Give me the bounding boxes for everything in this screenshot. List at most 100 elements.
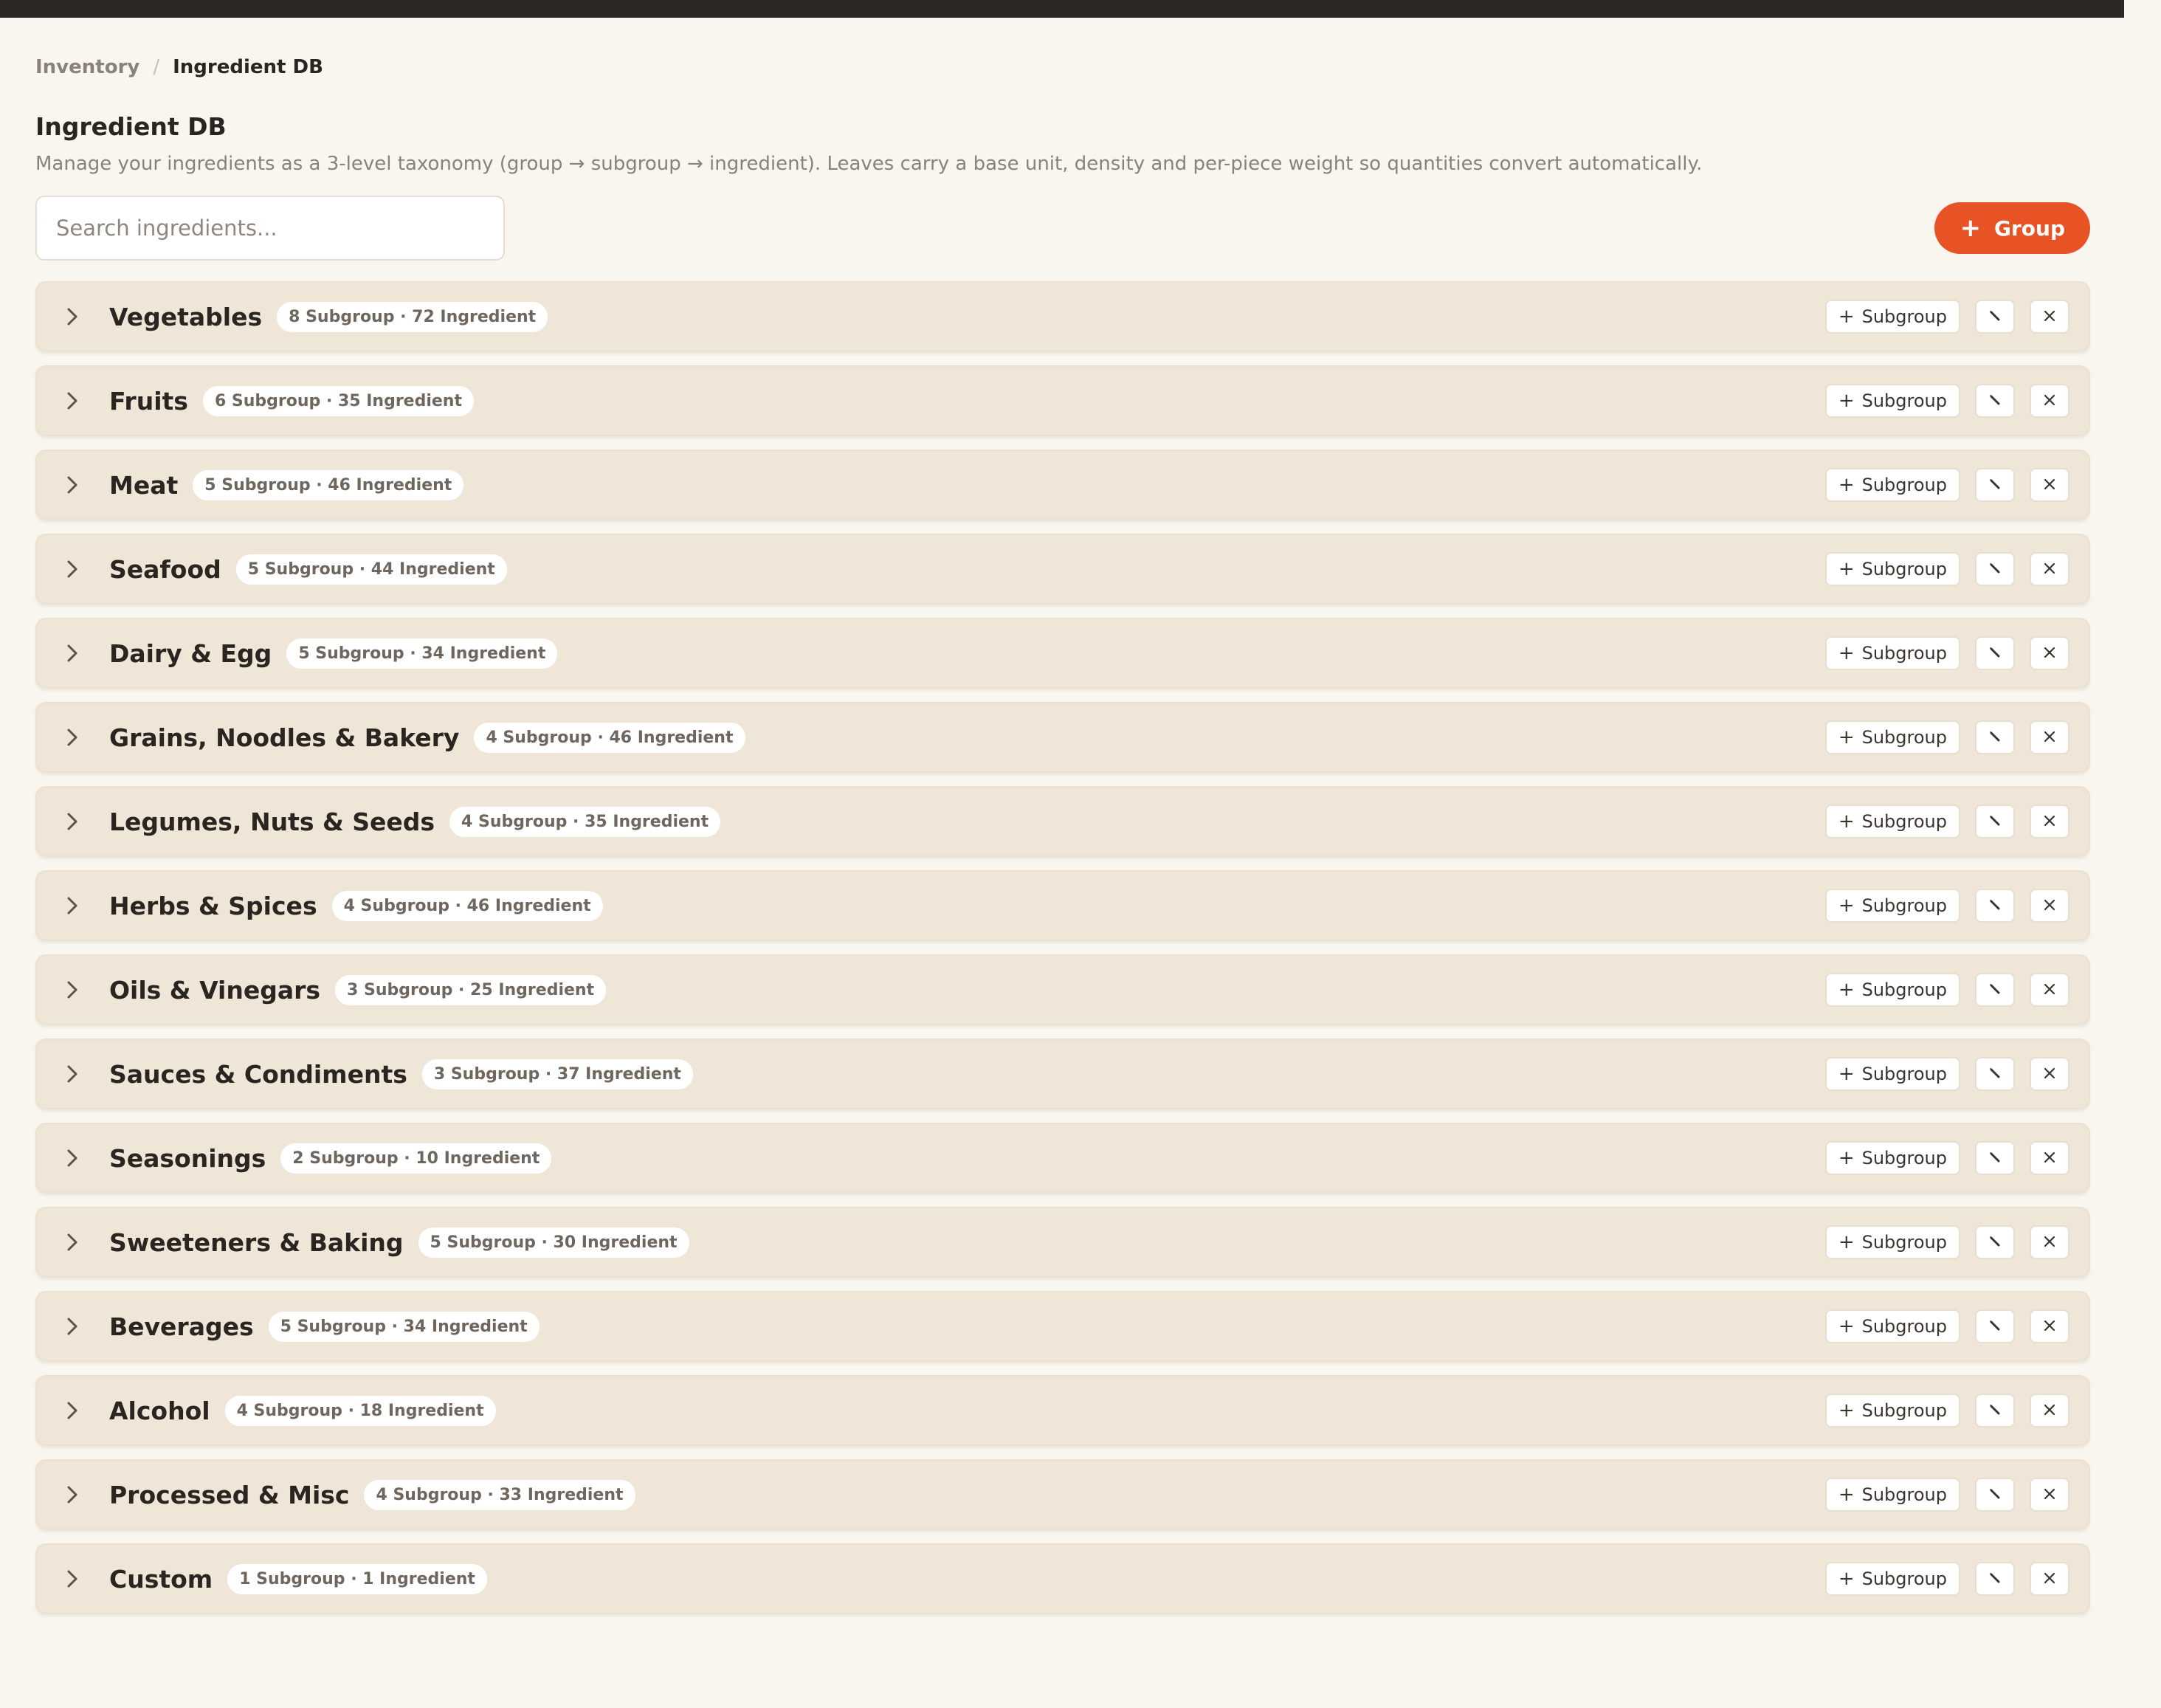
delete-group-button[interactable] <box>2030 1141 2069 1175</box>
add-subgroup-button[interactable]: + Subgroup <box>1824 636 1960 670</box>
chevron-right-icon[interactable] <box>59 1313 86 1340</box>
group-row-3[interactable]: Seafood 5 Subgroup · 44 Ingredient + Sub… <box>35 534 2090 605</box>
chevron-right-icon[interactable] <box>59 1061 86 1087</box>
add-subgroup-button[interactable]: + Subgroup <box>1824 889 1960 923</box>
delete-group-button[interactable] <box>2030 1562 2069 1596</box>
chevron-right-icon[interactable] <box>59 1229 86 1256</box>
add-subgroup-button[interactable]: + Subgroup <box>1824 384 1960 418</box>
delete-group-button[interactable] <box>2030 1057 2069 1091</box>
delete-group-button[interactable] <box>2030 720 2069 754</box>
group-row-2[interactable]: Meat 5 Subgroup · 46 Ingredient + Subgro… <box>35 450 2090 520</box>
add-subgroup-button[interactable]: + Subgroup <box>1824 468 1960 502</box>
edit-group-button[interactable] <box>1975 805 2015 838</box>
delete-group-button[interactable] <box>2030 1225 2069 1259</box>
group-row-11[interactable]: Sweeteners & Baking 5 Subgroup · 30 Ingr… <box>35 1207 2090 1278</box>
group-row-8[interactable]: Oils & Vinegars 3 Subgroup · 25 Ingredie… <box>35 954 2090 1025</box>
add-subgroup-button[interactable]: + Subgroup <box>1824 1225 1960 1259</box>
delete-group-button[interactable] <box>2030 1394 2069 1428</box>
group-row-12[interactable]: Beverages 5 Subgroup · 34 Ingredient + S… <box>35 1291 2090 1362</box>
delete-group-button[interactable] <box>2030 468 2069 502</box>
chevron-right-icon[interactable] <box>59 1566 86 1592</box>
plus-icon: + <box>1838 390 1855 412</box>
chevron-right-icon[interactable] <box>59 303 86 330</box>
add-group-label: Group <box>1993 216 2065 241</box>
delete-group-button[interactable] <box>2030 1478 2069 1512</box>
top-bar <box>0 0 2124 18</box>
add-subgroup-button[interactable]: + Subgroup <box>1824 805 1960 838</box>
chevron-right-icon[interactable] <box>59 640 86 667</box>
group-name: Legumes, Nuts & Seeds <box>109 807 435 836</box>
delete-group-button[interactable] <box>2030 805 2069 838</box>
delete-group-button[interactable] <box>2030 552 2069 586</box>
edit-group-button[interactable] <box>1975 720 2015 754</box>
edit-group-button[interactable] <box>1975 1309 2015 1343</box>
group-row-1[interactable]: Fruits 6 Subgroup · 35 Ingredient + Subg… <box>35 365 2090 436</box>
add-subgroup-label: Subgroup <box>1861 559 1947 579</box>
delete-group-button[interactable] <box>2030 1309 2069 1343</box>
add-subgroup-label: Subgroup <box>1861 390 1947 411</box>
edit-group-button[interactable] <box>1975 1562 2015 1596</box>
group-row-15[interactable]: Custom 1 Subgroup · 1 Ingredient + Subgr… <box>35 1543 2090 1614</box>
edit-group-button[interactable] <box>1975 636 2015 670</box>
add-subgroup-button[interactable]: + Subgroup <box>1824 1057 1960 1091</box>
chevron-right-icon[interactable] <box>59 556 86 582</box>
page-subtitle: Manage your ingredients as a 3-level tax… <box>35 153 1703 175</box>
add-group-button[interactable]: + Group <box>1934 202 2090 254</box>
edit-group-button[interactable] <box>1975 468 2015 502</box>
delete-group-button[interactable] <box>2030 636 2069 670</box>
delete-group-button[interactable] <box>2030 300 2069 334</box>
edit-group-button[interactable] <box>1975 1141 2015 1175</box>
delete-group-button[interactable] <box>2030 384 2069 418</box>
chevron-right-icon[interactable] <box>59 1397 86 1424</box>
pencil-icon <box>1987 1318 2003 1336</box>
edit-group-button[interactable] <box>1975 552 2015 586</box>
delete-group-button[interactable] <box>2030 889 2069 923</box>
add-subgroup-label: Subgroup <box>1861 811 1947 832</box>
chevron-right-icon[interactable] <box>59 724 86 751</box>
breadcrumb-inventory-link[interactable]: Inventory <box>35 56 139 78</box>
chevron-right-icon[interactable] <box>59 977 86 1003</box>
chevron-right-icon[interactable] <box>59 1145 86 1171</box>
pencil-icon <box>1987 813 2003 831</box>
group-row-7[interactable]: Herbs & Spices 4 Subgroup · 46 Ingredien… <box>35 870 2090 941</box>
edit-group-button[interactable] <box>1975 384 2015 418</box>
group-row-5[interactable]: Grains, Noodles & Bakery 4 Subgroup · 46… <box>35 702 2090 773</box>
group-row-10[interactable]: Seasonings 2 Subgroup · 10 Ingredient + … <box>35 1123 2090 1194</box>
group-count-badge: 4 Subgroup · 35 Ingredient <box>449 806 721 837</box>
edit-group-button[interactable] <box>1975 1394 2015 1428</box>
edit-group-button[interactable] <box>1975 300 2015 334</box>
delete-group-button[interactable] <box>2030 973 2069 1007</box>
group-row-0[interactable]: Vegetables 8 Subgroup · 72 Ingredient + … <box>35 281 2090 352</box>
add-subgroup-button[interactable]: + Subgroup <box>1824 720 1960 754</box>
add-subgroup-button[interactable]: + Subgroup <box>1824 1478 1960 1512</box>
group-name: Vegetables <box>109 302 263 331</box>
group-row-9[interactable]: Sauces & Condiments 3 Subgroup · 37 Ingr… <box>35 1039 2090 1109</box>
close-icon <box>2041 308 2058 326</box>
chevron-right-icon[interactable] <box>59 892 86 919</box>
chevron-right-icon[interactable] <box>59 808 86 835</box>
add-subgroup-button[interactable]: + Subgroup <box>1824 1141 1960 1175</box>
add-subgroup-button[interactable]: + Subgroup <box>1824 1309 1960 1343</box>
edit-group-button[interactable] <box>1975 973 2015 1007</box>
edit-group-button[interactable] <box>1975 1225 2015 1259</box>
group-row-13[interactable]: Alcohol 4 Subgroup · 18 Ingredient + Sub… <box>35 1375 2090 1446</box>
chevron-right-icon[interactable] <box>59 388 86 414</box>
edit-group-button[interactable] <box>1975 1478 2015 1512</box>
chevron-right-icon[interactable] <box>59 1481 86 1508</box>
group-count-badge: 5 Subgroup · 46 Ingredient <box>193 469 464 500</box>
group-row-14[interactable]: Processed & Misc 4 Subgroup · 33 Ingredi… <box>35 1459 2090 1530</box>
pencil-icon <box>1987 1486 2003 1504</box>
add-subgroup-button[interactable]: + Subgroup <box>1824 552 1960 586</box>
add-subgroup-button[interactable]: + Subgroup <box>1824 1394 1960 1428</box>
edit-group-button[interactable] <box>1975 1057 2015 1091</box>
add-subgroup-button[interactable]: + Subgroup <box>1824 1562 1960 1596</box>
add-subgroup-button[interactable]: + Subgroup <box>1824 973 1960 1007</box>
edit-group-button[interactable] <box>1975 889 2015 923</box>
group-row-4[interactable]: Dairy & Egg 5 Subgroup · 34 Ingredient +… <box>35 618 2090 689</box>
chevron-right-icon[interactable] <box>59 472 86 498</box>
plus-icon: + <box>1838 895 1855 917</box>
search-input[interactable] <box>35 196 505 261</box>
add-subgroup-button[interactable]: + Subgroup <box>1824 300 1960 334</box>
group-row-6[interactable]: Legumes, Nuts & Seeds 4 Subgroup · 35 In… <box>35 786 2090 857</box>
plus-icon: + <box>1838 726 1855 748</box>
